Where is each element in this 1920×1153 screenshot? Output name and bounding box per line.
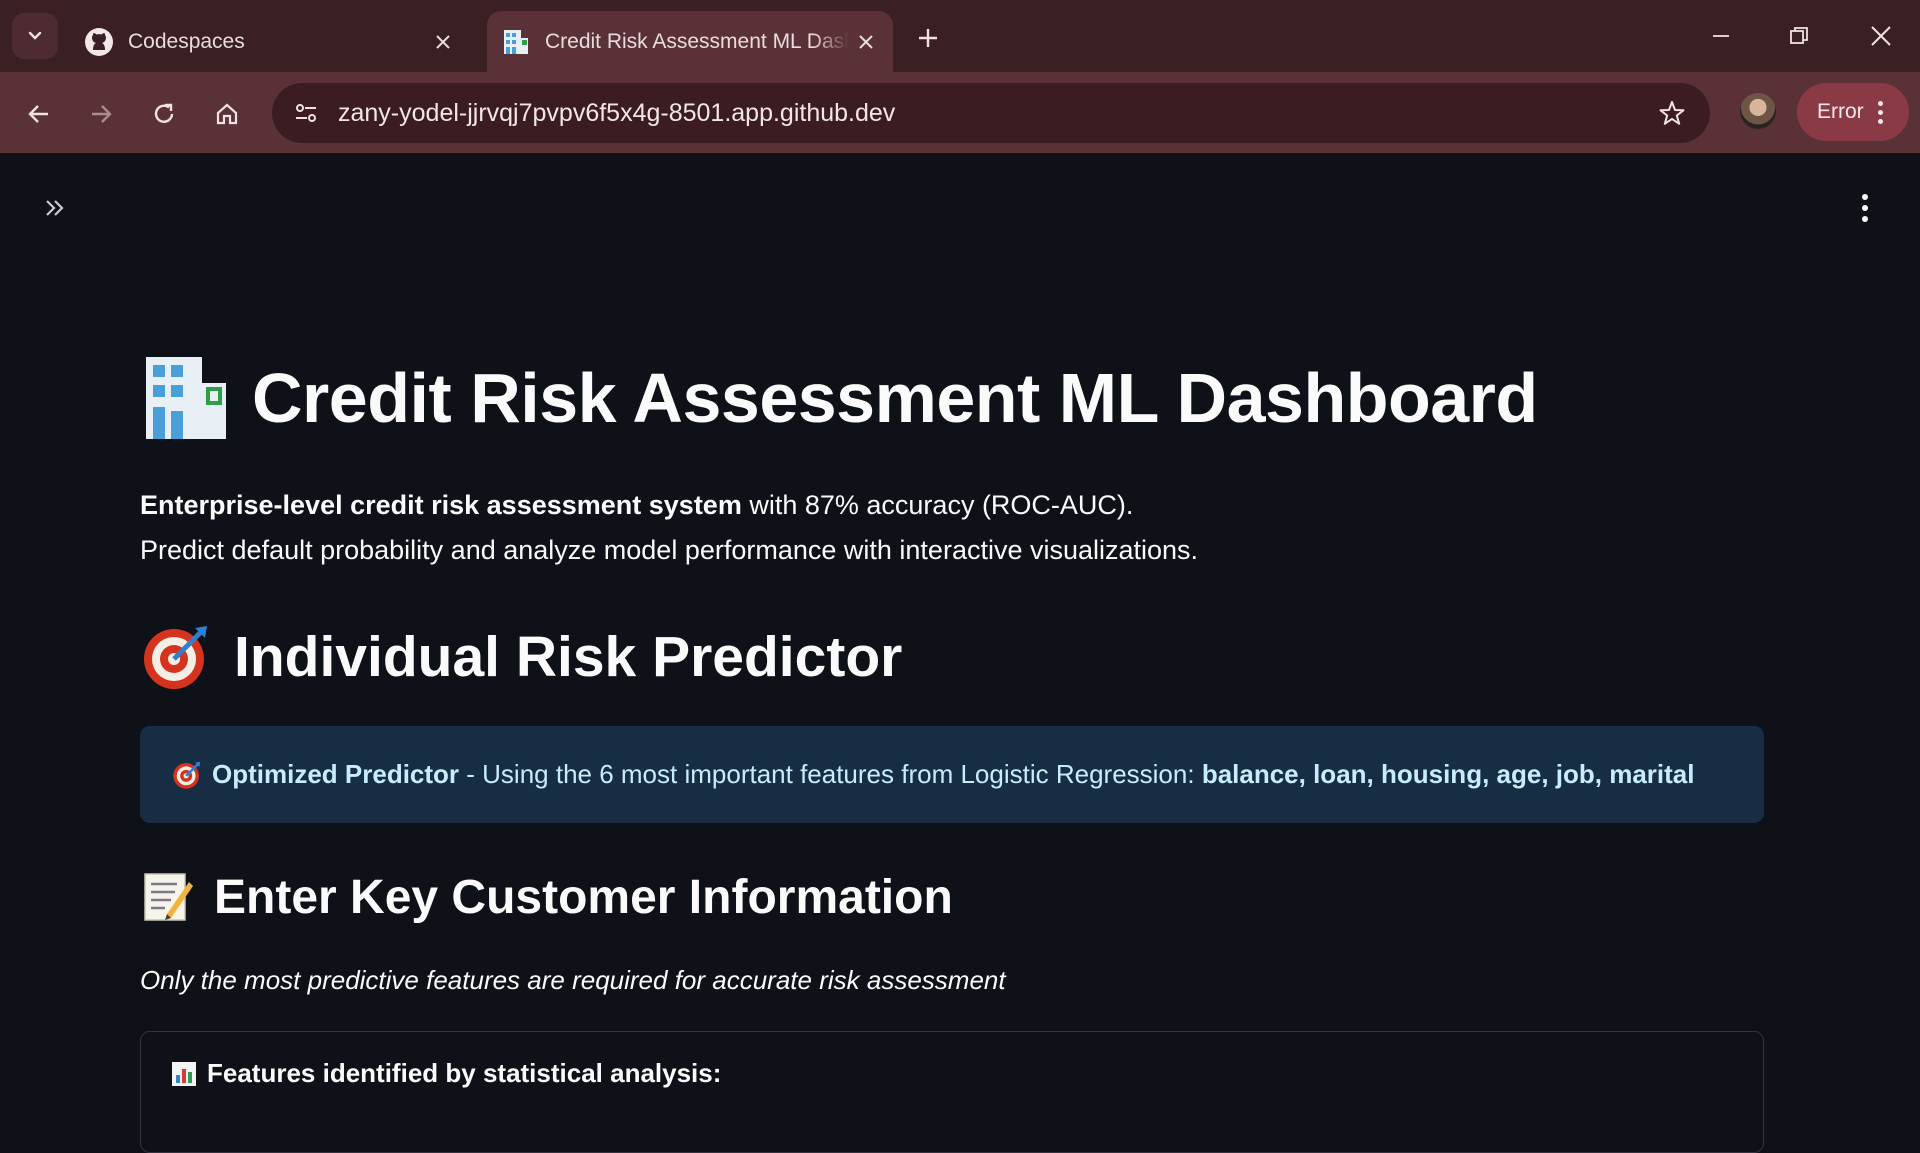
plus-icon xyxy=(919,29,937,47)
bar-chart-icon xyxy=(171,1061,197,1087)
double-chevron-right-icon xyxy=(46,200,64,216)
memo-icon xyxy=(140,869,196,925)
forward-button[interactable] xyxy=(79,92,123,136)
page-title: Credit Risk Assessment ML Dashboard xyxy=(140,353,1538,443)
close-tab-icon[interactable] xyxy=(426,25,460,59)
customer-info-note: Only the most predictive features are re… xyxy=(140,965,1006,995)
intro-bold: Enterprise-level credit risk assessment … xyxy=(140,490,742,520)
profile-avatar[interactable] xyxy=(1740,93,1776,129)
error-label: Error xyxy=(1817,100,1864,123)
app-main: Credit Risk Assessment ML Dashboard Ente… xyxy=(0,153,1920,1153)
restore-icon xyxy=(1790,27,1808,44)
reload-icon xyxy=(154,103,174,123)
alert-label: Optimized Predictor xyxy=(212,759,460,789)
target-icon xyxy=(172,760,202,790)
arrow-right-icon xyxy=(92,105,112,123)
customer-info-heading-text: Enter Key Customer Information xyxy=(214,870,953,924)
intro-rest: with 87% accuracy (ROC-AUC). xyxy=(741,490,1134,520)
home-icon xyxy=(216,103,238,125)
features-card: Features identified by statistical analy… xyxy=(140,1031,1764,1153)
minimize-button[interactable] xyxy=(1692,12,1750,60)
profile-error-button[interactable]: Error xyxy=(1797,83,1909,141)
tab-codespaces[interactable]: Codespaces xyxy=(70,11,470,72)
main-menu-button[interactable] xyxy=(1848,191,1882,225)
tab-credit-risk-dashboard[interactable]: Credit Risk Assessment ML Dashboard xyxy=(487,11,893,72)
predictor-heading-text: Individual Risk Predictor xyxy=(234,625,903,689)
intro-text: Enterprise-level credit risk assessment … xyxy=(140,483,1198,573)
site-info-icon[interactable] xyxy=(286,93,326,133)
close-icon xyxy=(1871,26,1891,46)
predictor-heading: Individual Risk Predictor xyxy=(140,621,902,693)
minimize-icon xyxy=(1713,35,1729,37)
close-window-button[interactable] xyxy=(1852,12,1910,60)
tab-search-button[interactable] xyxy=(12,13,58,59)
arrow-left-icon xyxy=(28,105,48,123)
url-text: zany-yodel-jjrvqj7pvpv6f5x4g-8501.app.gi… xyxy=(338,99,896,127)
customer-info-heading: Enter Key Customer Information xyxy=(140,869,953,925)
bookmark-star-icon[interactable] xyxy=(1654,95,1690,131)
reload-button[interactable] xyxy=(142,92,186,136)
tab-title: Codespaces xyxy=(128,29,245,53)
github-icon xyxy=(84,27,114,57)
page-title-text: Credit Risk Assessment ML Dashboard xyxy=(252,359,1538,437)
address-bar[interactable]: zany-yodel-jjrvqj7pvpv6f5x4g-8501.app.gi… xyxy=(272,83,1710,143)
browser-toolbar: zany-yodel-jjrvqj7pvpv6f5x4g-8501.app.gi… xyxy=(0,72,1920,153)
browser-tab-bar: Codespaces Credit Risk Assessment ML Das… xyxy=(0,0,1920,72)
close-tab-icon[interactable] xyxy=(849,25,883,59)
restore-button[interactable] xyxy=(1770,12,1828,60)
home-button[interactable] xyxy=(205,92,249,136)
tab-title: Credit Risk Assessment ML Dashboard xyxy=(545,29,849,53)
intro-line-2: Predict default probability and analyze … xyxy=(140,535,1199,565)
features-card-title-text: Features identified by statistical analy… xyxy=(207,1058,722,1088)
chevron-down-icon xyxy=(28,31,42,40)
more-vertical-icon xyxy=(1877,100,1883,124)
alert-features: balance, loan, housing, age, job, marita… xyxy=(1201,759,1695,789)
back-button[interactable] xyxy=(17,92,61,136)
features-card-title: Features identified by statistical analy… xyxy=(171,1058,721,1089)
intro-line-1: Enterprise-level credit risk assessment … xyxy=(140,483,1198,528)
target-icon xyxy=(140,621,212,693)
expand-sidebar-button[interactable] xyxy=(38,191,72,225)
new-tab-button[interactable] xyxy=(908,18,948,58)
building-icon xyxy=(501,27,531,57)
optimized-predictor-alert: Optimized Predictor - Using the 6 most i… xyxy=(140,726,1764,823)
building-icon xyxy=(140,353,230,443)
alert-text: - Using the 6 most important features fr… xyxy=(459,759,1202,789)
